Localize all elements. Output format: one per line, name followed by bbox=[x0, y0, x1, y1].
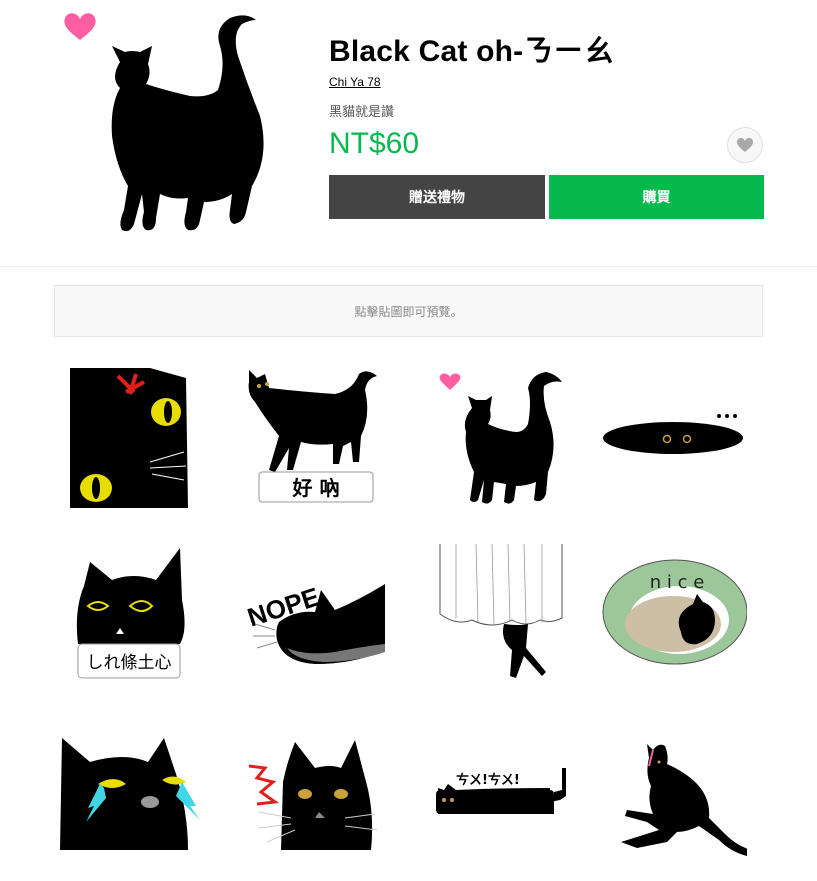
heart-icon bbox=[737, 138, 753, 152]
preview-hint: 點擊貼圖即可預覽。 bbox=[54, 285, 763, 337]
sticker-item-6[interactable]: NOPE bbox=[235, 540, 385, 690]
sticker-item-5[interactable]: しれ條土心 bbox=[54, 540, 204, 690]
sticker-item-9[interactable] bbox=[54, 722, 204, 872]
author-link[interactable]: Chi Ya 78 bbox=[329, 75, 381, 89]
sticker-main-image bbox=[60, 6, 282, 238]
sticker-title: Black Cat oh-ㄋㄧㄠ bbox=[329, 35, 614, 68]
sticker-item-8[interactable]: n i c e bbox=[597, 540, 747, 690]
sticker-description: 黑貓就是讚 bbox=[329, 104, 395, 119]
sticker-2-caption: 好 吶 bbox=[292, 476, 340, 500]
sticker-item-11[interactable]: ㄘㄨ!ㄘㄨ! bbox=[416, 722, 566, 872]
sticker-item-12[interactable] bbox=[597, 722, 747, 872]
sticker-8-caption: n i c e bbox=[650, 572, 705, 593]
sticker-item-3[interactable] bbox=[416, 362, 566, 512]
sticker-5-caption: しれ條土心 bbox=[87, 653, 172, 673]
heart-icon bbox=[64, 13, 96, 40]
gift-button[interactable]: 贈送禮物 bbox=[329, 175, 545, 219]
buy-button[interactable]: 購買 bbox=[549, 175, 764, 219]
sticker-item-4[interactable] bbox=[597, 362, 747, 512]
sticker-item-1[interactable] bbox=[54, 362, 204, 512]
price-label: NT$60 bbox=[329, 127, 420, 160]
sticker-item-2[interactable]: 好 吶 bbox=[235, 362, 385, 512]
sticker-item-7[interactable] bbox=[416, 540, 566, 690]
sticker-item-10[interactable] bbox=[235, 722, 385, 872]
favorite-button[interactable] bbox=[727, 127, 763, 163]
sticker-11-caption: ㄘㄨ!ㄘㄨ! bbox=[456, 772, 520, 788]
section-divider bbox=[0, 266, 817, 267]
